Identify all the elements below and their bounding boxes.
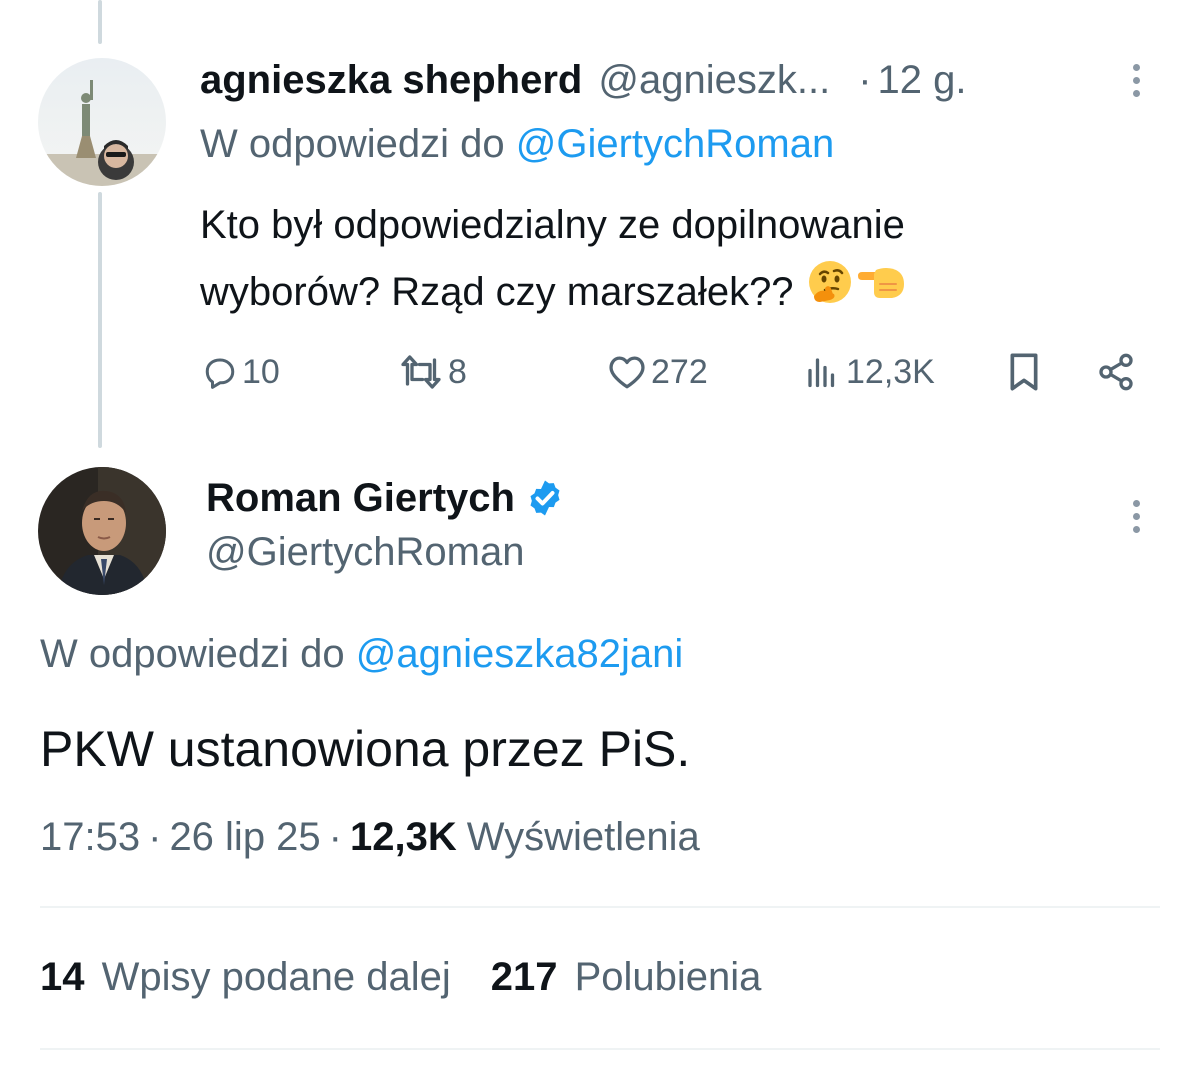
main-reply-context-mention[interactable]: @agnieszka82jani: [356, 632, 683, 676]
avatar-roman-giertych[interactable]: [38, 467, 166, 595]
reply-author-handle[interactable]: @agnieszk...: [598, 58, 830, 103]
like-count: 272: [651, 352, 708, 391]
repost-action[interactable]: 8: [398, 347, 467, 397]
reply-count: 10: [242, 352, 280, 391]
main-tweet-meta: 17:53 · 26 lip 25 · 12,3K Wyświetlenia: [40, 815, 700, 860]
main-more-options-icon[interactable]: [1130, 500, 1142, 533]
views-count: 12,3K: [846, 352, 935, 391]
views-icon: [808, 358, 835, 388]
heart-icon: [609, 356, 645, 389]
share-icon: [1099, 353, 1133, 391]
main-tweet-text: PKW ustanowiona przez PiS.: [40, 721, 691, 777]
reply-context: W odpowiedzi do @GiertychRoman: [200, 122, 834, 167]
reply-time[interactable]: 12 g.: [878, 58, 967, 103]
reply-text-line-2: wyborów? Rząd czy marszałek??: [200, 270, 794, 314]
bookmark-action[interactable]: [1006, 347, 1042, 397]
reply-tweet-text: Kto był odpowiedzialny ze dopilnowanie w…: [200, 192, 906, 326]
pointing-hand-icon: [856, 258, 906, 326]
reply-icon: [205, 358, 235, 389]
main-author-name[interactable]: Roman Giertych: [206, 476, 515, 521]
reply-context-prefix: W odpowiedzi do: [200, 122, 505, 166]
reply-tweet-header: agnieszka shepherd @agnieszk... · 12 g.: [200, 52, 967, 108]
main-tweet-time[interactable]: 17:53: [40, 815, 140, 860]
thread-line-middle: [98, 192, 102, 448]
repost-icon: [401, 355, 441, 389]
main-author-row: Roman Giertych: [206, 470, 565, 526]
reposts-stat-label: Wpisy podane dalej: [101, 955, 451, 999]
main-tweet-views-label: Wyświetlenia: [466, 815, 700, 859]
thinking-face-icon: [806, 258, 854, 326]
avatar-agnieszka[interactable]: [38, 58, 166, 186]
views-action[interactable]: 12,3K: [802, 347, 935, 397]
main-tweet-views-count: 12,3K: [350, 815, 457, 859]
divider-top: [40, 906, 1160, 908]
bookmark-icon: [1010, 353, 1038, 391]
likes-stat-label: Polubienia: [574, 955, 762, 999]
reply-action[interactable]: 10: [202, 347, 280, 397]
more-options-icon[interactable]: [1130, 64, 1142, 97]
main-reply-context: W odpowiedzi do @agnieszka82jani: [40, 632, 683, 677]
reposts-stat[interactable]: 14 Wpisy podane dalej: [40, 955, 451, 1000]
reply-text-line-1: Kto był odpowiedzialny ze dopilnowanie: [200, 203, 905, 247]
main-reply-context-prefix: W odpowiedzi do: [40, 632, 345, 676]
main-author-handle[interactable]: @GiertychRoman: [206, 530, 524, 575]
reposts-stat-count: 14: [40, 955, 85, 999]
thread-line-top: [98, 0, 102, 44]
reply-context-mention[interactable]: @GiertychRoman: [516, 122, 834, 166]
likes-stat[interactable]: 217 Polubienia: [491, 955, 762, 1000]
reply-separator: ·: [858, 57, 872, 102]
engagement-stats: 14 Wpisy podane dalej 217 Polubienia: [40, 955, 761, 1000]
repost-count: 8: [448, 352, 467, 391]
verified-badge-icon: [530, 480, 560, 516]
divider-bottom: [40, 1048, 1160, 1050]
like-action[interactable]: 272: [607, 347, 708, 397]
likes-stat-count: 217: [490, 955, 558, 999]
share-action[interactable]: [1094, 347, 1138, 397]
main-tweet-date[interactable]: 26 lip 25: [169, 815, 320, 860]
reply-author-name[interactable]: agnieszka shepherd: [200, 58, 582, 103]
